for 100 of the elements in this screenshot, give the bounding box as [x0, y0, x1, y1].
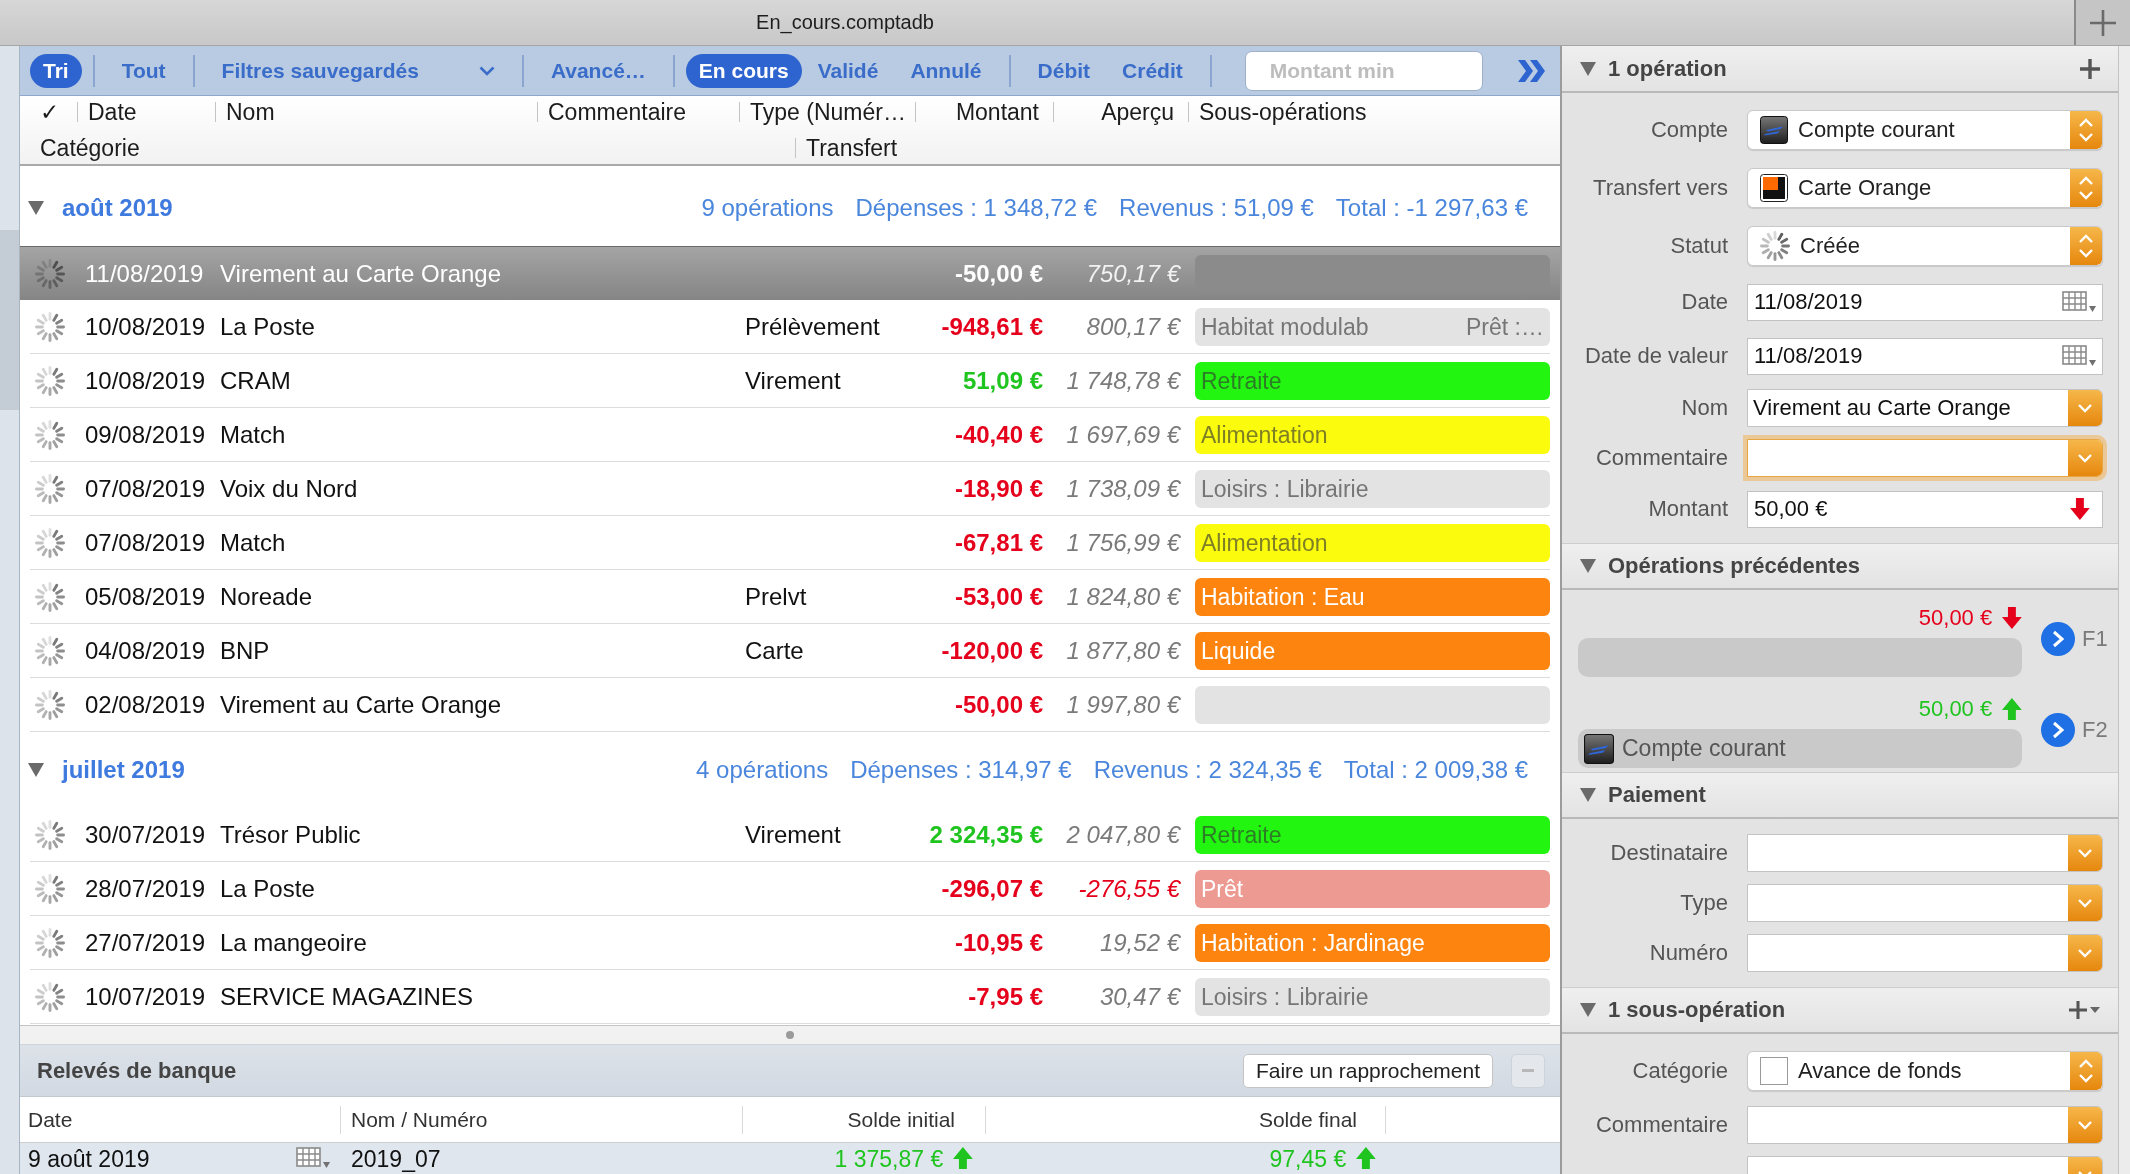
- grip-icon[interactable]: [786, 1031, 794, 1039]
- summary-text: Dépenses : 1 348,72 €: [855, 194, 1098, 222]
- column-title[interactable]: Date: [88, 98, 137, 126]
- date-cell: 07/08/2019: [85, 475, 206, 503]
- chevron-down-icon[interactable]: [2068, 440, 2102, 476]
- stepper-icon[interactable]: [2070, 227, 2102, 265]
- chevron-down-icon: [478, 65, 495, 76]
- name-cell: 2019_07: [351, 1147, 441, 1171]
- column-title[interactable]: Transfert: [806, 134, 898, 162]
- name-cell: La Poste: [220, 313, 315, 341]
- combo-field[interactable]: [1747, 884, 2103, 922]
- disclosure-triangle-icon[interactable]: [1580, 559, 1596, 573]
- caret-icon[interactable]: [2090, 1007, 2100, 1013]
- column-title[interactable]: Montant: [955, 98, 1039, 126]
- date-field[interactable]: 11/08/2019: [1747, 337, 2103, 375]
- column-title[interactable]: Nom / Numéro: [351, 1107, 488, 1132]
- name-cell: SERVICE MAGAZINES: [220, 983, 473, 1011]
- calendar-icon[interactable]: [2062, 291, 2096, 313]
- spinner-icon: [1760, 231, 1790, 261]
- date-cell: 10/08/2019: [85, 313, 206, 341]
- chevron-down-icon[interactable]: [2068, 1107, 2102, 1143]
- amount-cell: -296,07 €: [941, 875, 1043, 903]
- summary-text: Revenus : 51,09 €: [1119, 194, 1314, 222]
- select-field[interactable]: Compte courant: [1747, 110, 2103, 150]
- account-bar[interactable]: Compte courant: [1578, 729, 2022, 768]
- select-field[interactable]: Avance de fonds: [1747, 1051, 2103, 1091]
- spinner-icon: [35, 528, 65, 558]
- account-logo-icon: [1584, 733, 1614, 764]
- name-cell: Noreade: [220, 583, 313, 611]
- date-cell: 04/08/2019: [85, 637, 206, 665]
- field-label: Statut: [1670, 233, 1728, 259]
- split-handle[interactable]: [20, 1025, 1560, 1045]
- category-label: Retraite: [1201, 367, 1282, 395]
- plus-icon[interactable]: [2069, 1001, 2087, 1019]
- chevron-down-icon[interactable]: [2068, 835, 2102, 871]
- go-button[interactable]: [2041, 712, 2075, 747]
- section-title: 1 sous-opération: [1608, 997, 1786, 1023]
- stepper-icon[interactable]: [2070, 1052, 2102, 1090]
- summary-text: Revenus : 2 324,35 €: [1093, 756, 1322, 784]
- date-cell: 07/08/2019: [85, 529, 206, 557]
- field-label: Destinataire: [1610, 840, 1728, 866]
- go-button[interactable]: [2041, 621, 2075, 656]
- column-title[interactable]: Aperçu: [1101, 98, 1174, 126]
- calendar-icon[interactable]: [2062, 345, 2096, 367]
- combo-field[interactable]: [1747, 439, 2103, 477]
- account-logo-icon: [1760, 116, 1788, 144]
- combo-field[interactable]: [1747, 934, 2103, 972]
- spinner-icon: [35, 582, 65, 612]
- type-cell: Prélèvement: [745, 313, 880, 341]
- chevron-down-icon[interactable]: [2068, 390, 2102, 426]
- column-title[interactable]: Type (Numér…: [750, 98, 906, 126]
- column-title[interactable]: Sous-opérations: [1199, 98, 1367, 126]
- reconcile-button[interactable]: Faire un rapprochement: [1242, 1053, 1493, 1088]
- amount-text: 50,00 €: [1918, 695, 1993, 722]
- disclosure-triangle-icon[interactable]: [1580, 1003, 1596, 1017]
- summary-text: Total : -1 297,63 €: [1335, 194, 1528, 222]
- filter-button[interactable]: En cours: [685, 53, 802, 88]
- disclosure-triangle-icon[interactable]: [28, 201, 44, 215]
- plus-icon[interactable]: [2090, 9, 2116, 36]
- stepper-icon[interactable]: [2070, 169, 2102, 207]
- column-title[interactable]: Commentaire: [548, 98, 687, 126]
- category-label: Alimentation: [1201, 421, 1328, 449]
- disclosure-triangle-icon[interactable]: [28, 763, 44, 777]
- name-cell: Voix du Nord: [220, 475, 358, 503]
- balance-cell: 1 748,78 €: [1066, 367, 1180, 395]
- plus-icon[interactable]: [2080, 58, 2100, 79]
- statement-row[interactable]: 9 août 2019 2019_07 1 375,87 € 97,45 €: [20, 1143, 1560, 1174]
- group-title: juillet 2019: [62, 756, 185, 784]
- group-title: août 2019: [62, 194, 173, 222]
- disclosure-triangle-icon[interactable]: [1580, 788, 1596, 802]
- filter-button[interactable]: Tri: [30, 53, 82, 88]
- combo-field[interactable]: Virement au Carte Orange: [1747, 389, 2103, 427]
- chevron-down-icon[interactable]: [2068, 935, 2102, 971]
- column-title[interactable]: Solde initial: [847, 1107, 955, 1132]
- overflow-button[interactable]: [1518, 59, 1546, 82]
- select-field[interactable]: Carte Orange: [1747, 168, 2103, 208]
- select-field[interactable]: Créée: [1747, 226, 2103, 266]
- chevron-down-icon[interactable]: [2068, 885, 2102, 921]
- amount-cell: -50,00 €: [954, 259, 1043, 288]
- combo-field[interactable]: [1747, 834, 2103, 872]
- amount-field[interactable]: 50,00 €: [1747, 490, 2103, 528]
- field-label: Date: [1681, 289, 1728, 315]
- column-title[interactable]: Catégorie: [40, 134, 140, 162]
- amount-text: 50,00 €: [1918, 604, 1993, 631]
- new-tab-button[interactable]: [2074, 0, 2130, 45]
- stepper-icon[interactable]: [2070, 111, 2102, 149]
- column-title[interactable]: ✓: [40, 98, 59, 126]
- date-cell: 11/08/2019: [85, 259, 204, 288]
- search-field[interactable]: Montant min: [1244, 50, 1483, 91]
- spinner-icon: [35, 420, 65, 450]
- date-cell: 05/08/2019: [85, 583, 206, 611]
- column-title[interactable]: Date: [28, 1107, 73, 1132]
- type-cell: Virement: [745, 367, 841, 395]
- date-field[interactable]: 11/08/2019: [1747, 283, 2103, 321]
- column-title[interactable]: Nom: [226, 98, 275, 126]
- column-title[interactable]: Solde final: [1258, 1107, 1357, 1132]
- spinner-icon: [35, 366, 65, 396]
- calendar-icon[interactable]: [296, 1147, 330, 1169]
- disclosure-triangle-icon[interactable]: [1580, 61, 1596, 76]
- combo-field[interactable]: [1747, 1106, 2103, 1144]
